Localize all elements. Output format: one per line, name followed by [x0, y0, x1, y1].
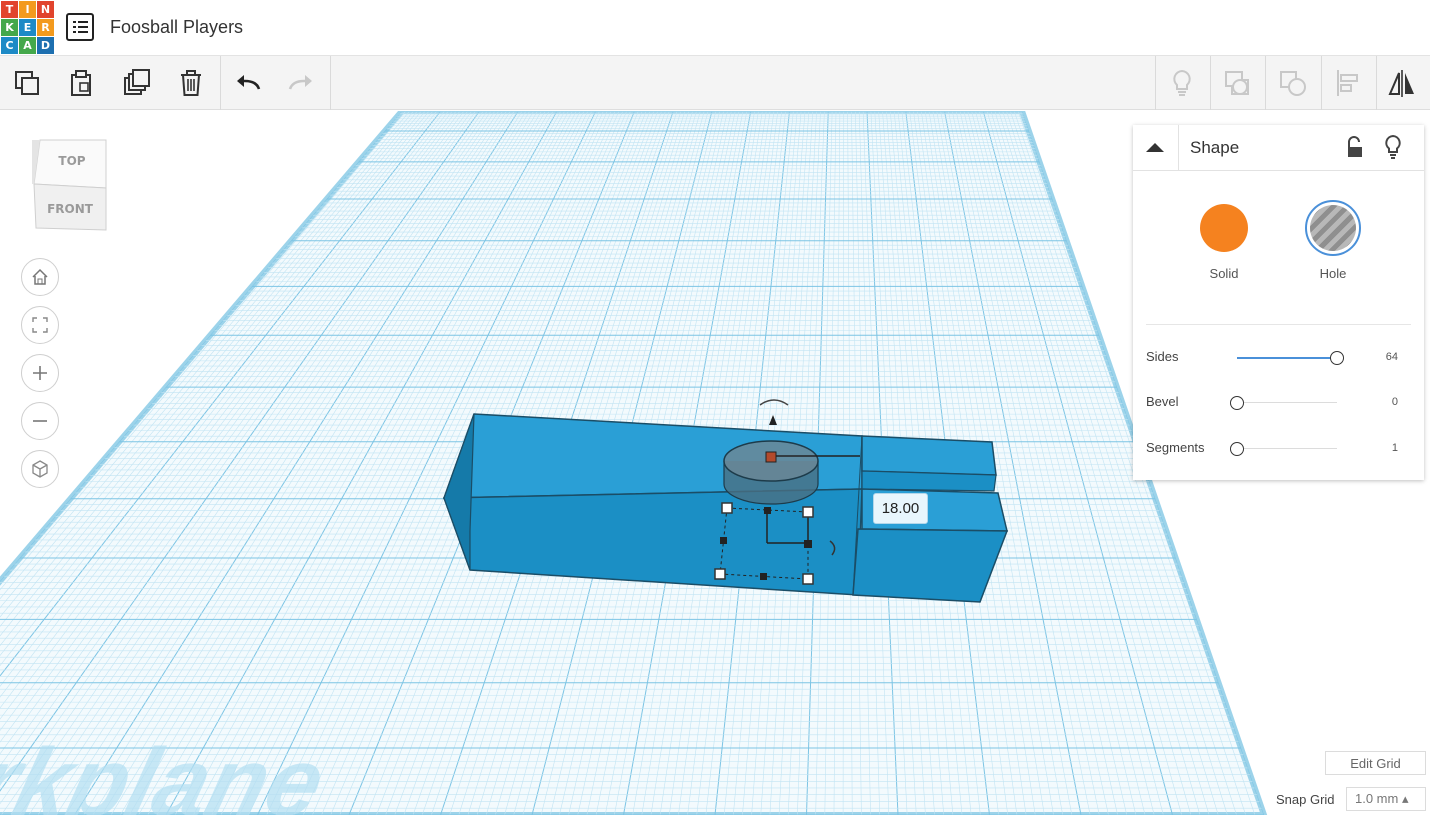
- redo-icon[interactable]: [274, 56, 328, 110]
- snap-grid-select[interactable]: 1.0 mm ▴: [1346, 787, 1426, 811]
- hole-pattern-icon: [1310, 205, 1356, 251]
- shape-inspector-panel: Shape Solid Hole Sides 64 Bevel 0 Segmen…: [1133, 125, 1424, 480]
- logo-letter: D: [37, 37, 54, 54]
- perspective-icon[interactable]: [21, 450, 59, 488]
- paste-icon[interactable]: [54, 56, 108, 110]
- hole-swatch[interactable]: [1305, 200, 1361, 256]
- bevel-slider-knob[interactable]: [1230, 396, 1244, 410]
- visibility-bulb-icon[interactable]: [1382, 134, 1404, 165]
- project-title[interactable]: Foosball Players: [110, 17, 243, 38]
- logo-letter: I: [19, 1, 36, 18]
- solid-label: Solid: [1209, 266, 1239, 281]
- segments-label: Segments: [1146, 440, 1205, 455]
- group-icon[interactable]: [1210, 56, 1264, 110]
- hole-label: Hole: [1319, 266, 1347, 281]
- bevel-label: Bevel: [1146, 394, 1179, 409]
- design-list-icon[interactable]: [66, 13, 94, 41]
- bevel-value[interactable]: 0: [1392, 396, 1398, 408]
- panel-title: Shape: [1190, 138, 1240, 157]
- segments-slider-knob[interactable]: [1230, 442, 1244, 456]
- collapse-panel-icon[interactable]: [1133, 125, 1179, 171]
- home-view-icon[interactable]: [21, 258, 59, 296]
- logo-letter: N: [37, 1, 54, 18]
- snap-grid-label: Snap Grid: [1276, 792, 1335, 807]
- logo-letter: T: [1, 1, 18, 18]
- sides-slider-fill: [1237, 357, 1337, 359]
- zoom-in-icon[interactable]: [21, 354, 59, 392]
- view-cube-front[interactable]: FRONT: [47, 202, 94, 216]
- workplane-watermark: Workplane: [0, 728, 335, 815]
- view-cube[interactable]: TOP FRONT: [30, 138, 110, 232]
- solid-color-swatch[interactable]: [1200, 204, 1248, 252]
- header-bar: T I N K E R C A D Foosball Players: [0, 0, 1430, 56]
- edit-grid-button[interactable]: Edit Grid: [1325, 751, 1426, 775]
- undo-icon[interactable]: [221, 56, 275, 110]
- dimension-input[interactable]: 18.00: [873, 493, 928, 524]
- hole-cylinder[interactable]: [723, 440, 819, 505]
- note-icon[interactable]: [1155, 56, 1209, 110]
- logo-letter: E: [19, 19, 36, 36]
- sides-slider-knob[interactable]: [1330, 351, 1344, 365]
- tinkercad-logo[interactable]: T I N K E R C A D: [0, 0, 54, 54]
- sides-label: Sides: [1146, 349, 1179, 364]
- segments-slider-track[interactable]: [1237, 448, 1337, 449]
- zoom-out-icon[interactable]: [21, 402, 59, 440]
- fit-view-icon[interactable]: [21, 306, 59, 344]
- unlock-icon[interactable]: [1345, 136, 1367, 165]
- ungroup-icon[interactable]: [1266, 56, 1320, 110]
- sides-value[interactable]: 64: [1386, 351, 1398, 363]
- logo-letter: C: [1, 37, 18, 54]
- mirror-icon[interactable]: [1376, 56, 1430, 110]
- logo-letter: K: [1, 19, 18, 36]
- edit-toolbar: [0, 56, 1430, 110]
- view-cube-top[interactable]: TOP: [58, 154, 85, 168]
- copy-icon[interactable]: [0, 56, 54, 110]
- duplicate-icon[interactable]: [110, 56, 164, 110]
- logo-letter: A: [19, 37, 36, 54]
- align-icon[interactable]: [1321, 56, 1375, 110]
- bevel-slider-track[interactable]: [1237, 402, 1337, 403]
- delete-icon[interactable]: [164, 56, 218, 110]
- logo-letter: R: [37, 19, 54, 36]
- tinkercad-app: T I N K E R C A D Foosball Players Workp…: [0, 0, 1430, 815]
- panel-header: Shape: [1133, 125, 1424, 171]
- segments-value[interactable]: 1: [1392, 442, 1398, 454]
